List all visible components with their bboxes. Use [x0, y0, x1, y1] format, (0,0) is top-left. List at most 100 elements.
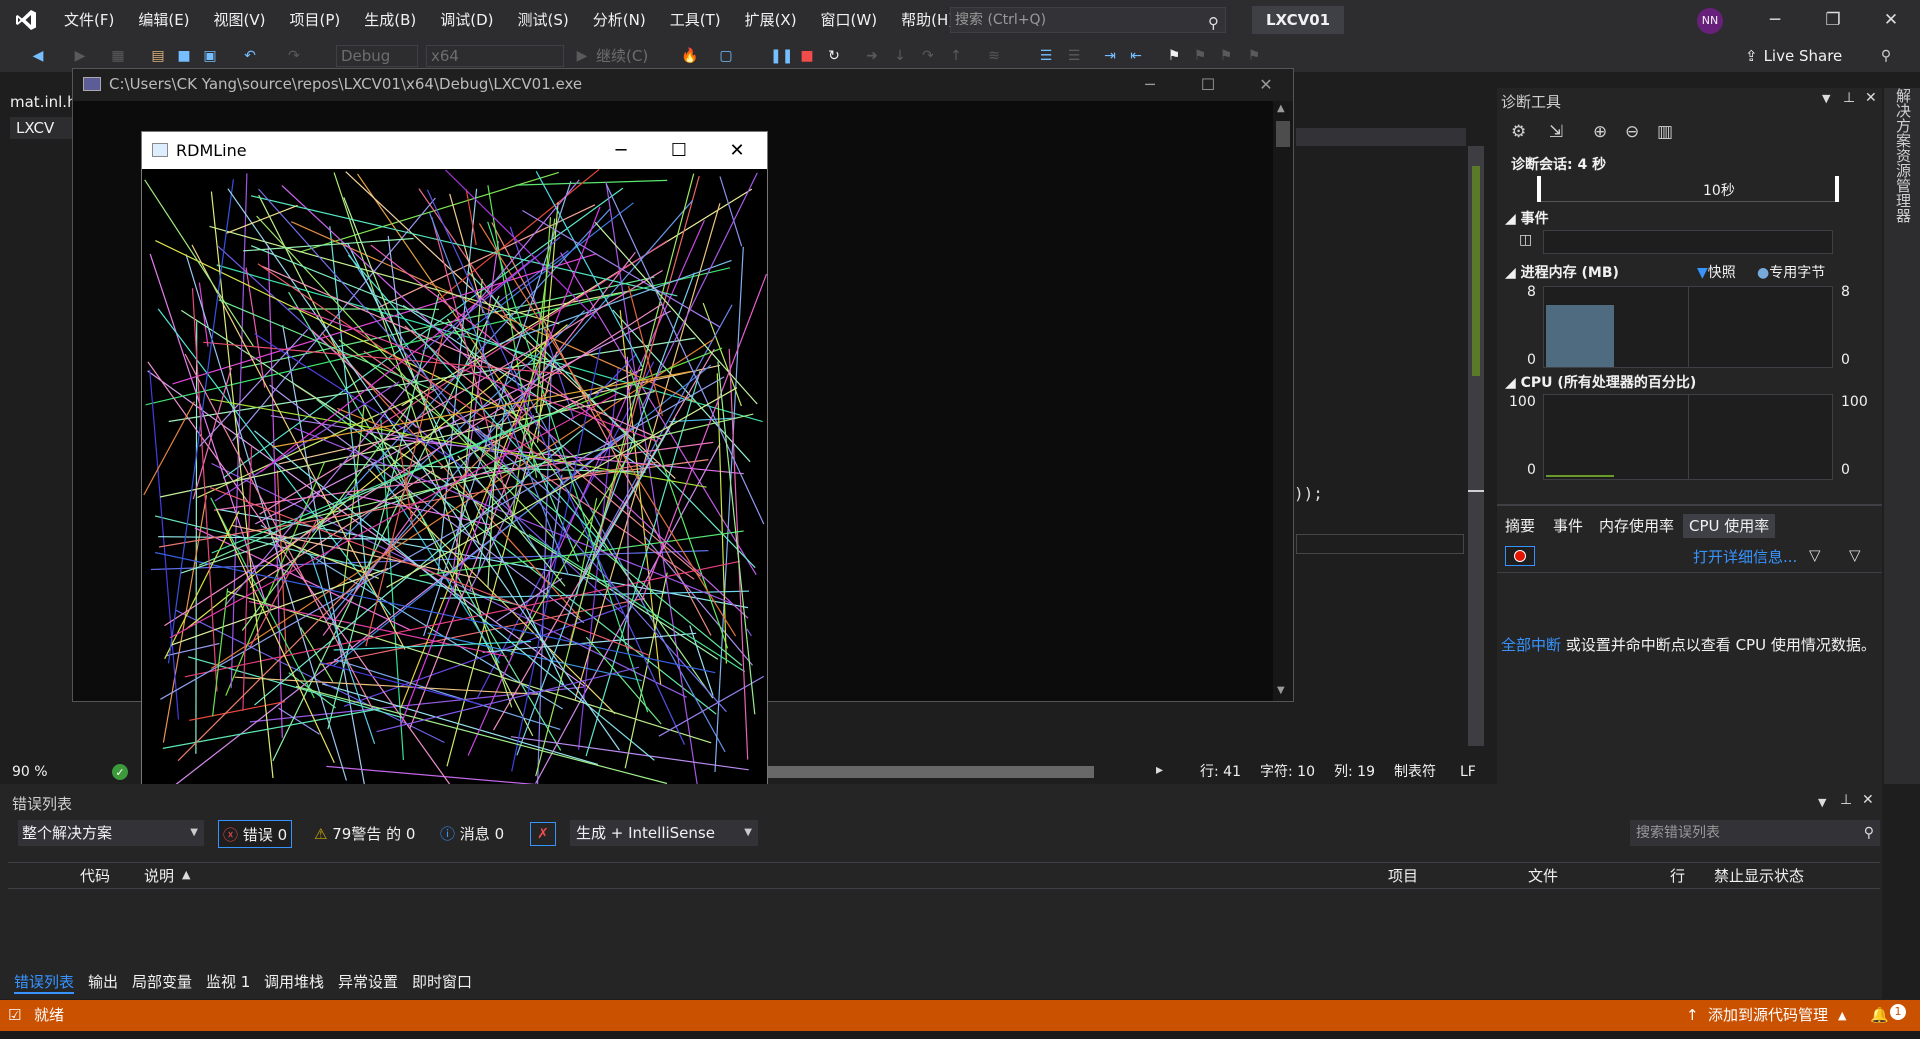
thread-icon[interactable]: ≋: [984, 46, 1004, 66]
tab-memory-usage[interactable]: 内存使用率: [1593, 514, 1680, 538]
back-icon[interactable]: ◀: [28, 46, 48, 66]
messages-filter-button[interactable]: ⓘ 消息 0: [436, 820, 508, 848]
console-scrollbar[interactable]: ▲ ▼: [1273, 101, 1293, 701]
tab-summary[interactable]: 摘要: [1499, 514, 1541, 538]
warnings-filter-button[interactable]: ⚠ 79警告 的 0: [310, 820, 419, 848]
bottom-tab-error-list[interactable]: 错误列表: [14, 970, 75, 994]
events-track[interactable]: [1543, 230, 1833, 254]
redo-icon[interactable]: ↷: [284, 46, 304, 66]
live-share-button[interactable]: ⇪ Live Share: [1745, 40, 1842, 72]
next-bookmark-icon[interactable]: ⚑: [1216, 46, 1236, 66]
error-list-close-icon[interactable]: ✕: [1862, 792, 1874, 808]
bottom-tab-call-stack[interactable]: 调用堆栈: [264, 970, 324, 994]
menu-extensions[interactable]: 扩展(X): [733, 0, 809, 40]
console-maximize-button[interactable]: ☐: [1179, 69, 1237, 101]
scope-select[interactable]: 整个解决方案 ▼: [18, 820, 204, 846]
console-minimize-button[interactable]: ─: [1121, 69, 1179, 101]
timeline-ruler[interactable]: 10秒: [1537, 176, 1839, 202]
console-title-bar[interactable]: C:\Users\CK Yang\source\repos\LXCV01\x64…: [73, 69, 1293, 101]
rdmline-minimize-button[interactable]: ─: [592, 132, 650, 169]
horizontal-scrollbar-thumb[interactable]: [768, 766, 1094, 778]
zoom-select[interactable]: 90 %: [12, 762, 82, 782]
menu-analyze[interactable]: 分析(N): [581, 0, 658, 40]
memory-graph[interactable]: [1543, 286, 1833, 368]
scroll-up-icon[interactable]: ▲: [1277, 103, 1285, 114]
record-cpu-button[interactable]: [1505, 546, 1535, 566]
tab-cpu-usage[interactable]: CPU 使用率: [1683, 514, 1776, 538]
restore-button[interactable]: ❐: [1804, 0, 1862, 40]
document-tab-mat-inl[interactable]: mat.inl.h: [10, 90, 77, 114]
bookmark-icon[interactable]: ⚑: [1164, 46, 1184, 66]
configuration-select[interactable]: Debug: [336, 45, 418, 67]
error-search-input[interactable]: 搜索错误列表 ⚲: [1630, 820, 1880, 846]
console-scroll-thumb[interactable]: [1276, 121, 1290, 147]
bottom-tab-output[interactable]: 输出: [88, 970, 118, 994]
save-icon[interactable]: ■: [174, 46, 194, 66]
comment-icon[interactable]: ☰: [1036, 46, 1056, 66]
bottom-tab-immediate[interactable]: 即时窗口: [412, 970, 472, 994]
bottom-tab-exception-settings[interactable]: 异常设置: [338, 970, 398, 994]
open-file-icon[interactable]: ▤: [148, 46, 168, 66]
navigation-bar[interactable]: [1296, 128, 1466, 146]
break-all-icon[interactable]: ❚❚: [770, 46, 793, 66]
continue-icon[interactable]: ▶: [572, 46, 592, 66]
indent-icon[interactable]: ⇥: [1100, 46, 1120, 66]
chart-view-icon[interactable]: ▥: [1657, 122, 1673, 142]
feedback-icon[interactable]: ⚲: [1876, 46, 1896, 66]
panel-menu-icon[interactable]: ▼: [1822, 92, 1830, 105]
prev-bookmark-icon[interactable]: ⚑: [1190, 46, 1210, 66]
column-file[interactable]: 文件: [1528, 864, 1558, 888]
scroll-down-icon[interactable]: ▼: [1277, 685, 1285, 696]
step-out-icon[interactable]: ↑: [946, 46, 966, 66]
add-to-source-control[interactable]: 添加到源代码管理: [1708, 1000, 1828, 1031]
open-details-link[interactable]: 打开详细信息...: [1693, 546, 1797, 567]
close-button[interactable]: ✕: [1862, 0, 1920, 40]
menu-project[interactable]: 项目(P): [278, 0, 353, 40]
minimize-button[interactable]: ─: [1746, 0, 1804, 40]
solution-explorer-side-tab[interactable]: 解决方案资源管理器: [1884, 88, 1920, 784]
error-list-pin-icon[interactable]: ⊥: [1840, 792, 1852, 808]
show-next-statement-icon[interactable]: ➜: [862, 46, 882, 66]
filter-settings-icon[interactable]: ▽: [1849, 546, 1861, 564]
scroll-right-icon[interactable]: ▸: [1156, 762, 1163, 778]
panel-close-icon[interactable]: ✕: [1865, 90, 1877, 106]
stop-debugging-icon[interactable]: ■: [797, 46, 817, 66]
menu-edit[interactable]: 编辑(E): [126, 0, 201, 40]
menu-debug[interactable]: 调试(D): [428, 0, 505, 40]
visual-studio-logo-icon[interactable]: [0, 0, 52, 40]
errors-filter-button[interactable]: ⓧ 错误 0: [218, 820, 293, 848]
rdmline-maximize-button[interactable]: ☐: [650, 132, 708, 169]
error-list-menu-icon[interactable]: ▼: [1818, 796, 1826, 809]
status-eol[interactable]: LF: [1460, 762, 1476, 782]
tab-events[interactable]: 事件: [1547, 514, 1589, 538]
screenshot-icon[interactable]: ▢: [716, 46, 736, 66]
column-description[interactable]: 说明: [144, 864, 174, 888]
cpu-graph[interactable]: [1543, 394, 1833, 480]
menu-view[interactable]: 视图(V): [202, 0, 278, 40]
settings-icon[interactable]: ⚙: [1511, 122, 1526, 142]
pin-icon[interactable]: ⊥: [1843, 90, 1855, 106]
outdent-icon[interactable]: ⇤: [1126, 46, 1146, 66]
column-suppression-state[interactable]: 禁止显示状态: [1714, 864, 1804, 888]
status-tabs[interactable]: 制表符: [1394, 762, 1436, 782]
forward-icon[interactable]: ▶: [70, 46, 90, 66]
filter-icon[interactable]: ▽: [1809, 546, 1821, 564]
clear-bookmarks-icon[interactable]: ⚑: [1244, 46, 1264, 66]
rdmline-title-bar[interactable]: RDMLine ─ ☐ ✕: [142, 132, 767, 169]
build-filter-icon[interactable]: ✗: [530, 822, 556, 846]
step-over-icon[interactable]: ↷: [918, 46, 938, 66]
splitter[interactable]: [1497, 504, 1882, 506]
editor-horizontal-scrollbar[interactable]: [768, 766, 1094, 778]
build-intellisense-select[interactable]: 生成 + IntelliSense ▼: [570, 820, 758, 846]
zoom-out-icon[interactable]: ⊖: [1625, 122, 1639, 142]
menu-tools[interactable]: 工具(T): [658, 0, 733, 40]
rdmline-window[interactable]: RDMLine ─ ☐ ✕: [141, 131, 768, 796]
export-icon[interactable]: ⇲: [1549, 122, 1563, 142]
undo-icon[interactable]: ↶: [240, 46, 260, 66]
rdmline-close-button[interactable]: ✕: [708, 132, 766, 169]
bottom-tab-locals[interactable]: 局部变量: [132, 970, 192, 994]
events-pause-icon[interactable]: ◫: [1519, 232, 1532, 248]
platform-select[interactable]: x64: [426, 45, 564, 67]
column-code[interactable]: 代码: [80, 864, 110, 888]
avatar[interactable]: NN: [1697, 8, 1723, 34]
